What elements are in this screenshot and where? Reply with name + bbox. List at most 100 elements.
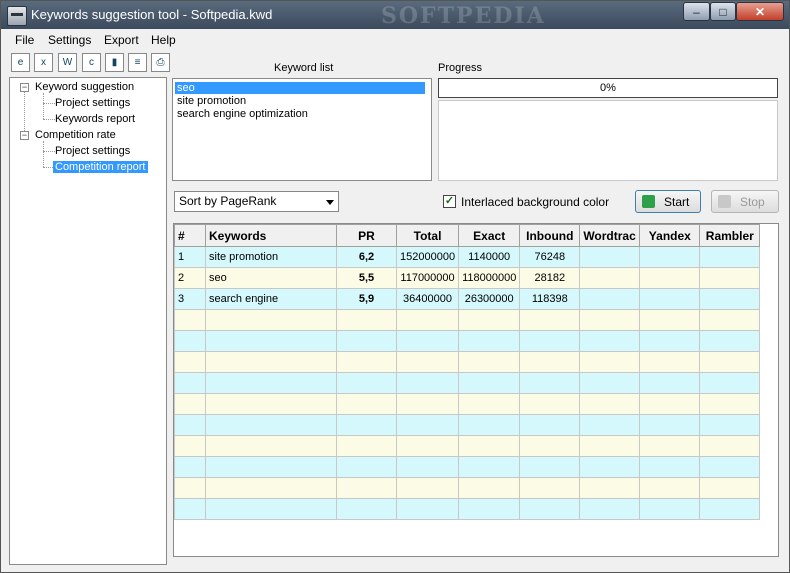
- tree-cr-project-settings[interactable]: Project settings: [55, 145, 130, 157]
- col-header-wordtrac[interactable]: Wordtrac: [579, 224, 641, 247]
- cell-yandex: [639, 477, 701, 499]
- stop-icon: [718, 195, 731, 208]
- cell-rambler: [699, 414, 761, 436]
- minimize-button[interactable]: –: [683, 2, 710, 21]
- header-row: # Keywords PR Total Exact Inbound Wordtr…: [174, 224, 761, 247]
- table-row[interactable]: [174, 435, 761, 457]
- cell-yandex: [639, 330, 701, 352]
- cell-pr: [336, 477, 397, 499]
- cell-pr: 6,2: [336, 246, 397, 268]
- stop-label: Stop: [740, 195, 765, 209]
- export-word-icon[interactable]: W: [58, 53, 77, 72]
- keyword-item[interactable]: search engine optimization: [175, 108, 310, 120]
- menu-help[interactable]: Help: [151, 33, 176, 47]
- cell-number: [174, 414, 206, 436]
- table-row[interactable]: [174, 498, 761, 520]
- sort-select[interactable]: Sort by PageRank: [174, 191, 339, 212]
- cell-wordtrac: [579, 288, 641, 310]
- export-excel-icon[interactable]: x: [34, 53, 53, 72]
- cell-rambler: [699, 309, 761, 331]
- cell-yandex: [639, 498, 701, 520]
- cell-keyword: [205, 372, 337, 394]
- col-header-inbound[interactable]: Inbound: [519, 224, 581, 247]
- table-row[interactable]: [174, 330, 761, 352]
- cell-yandex: [639, 246, 701, 268]
- table-row[interactable]: [174, 309, 761, 331]
- table-row[interactable]: [174, 477, 761, 499]
- report-icon[interactable]: ≡: [128, 53, 147, 72]
- interlaced-checkbox[interactable]: ✓: [443, 195, 456, 208]
- title-bar[interactable]: Keywords suggestion tool - Softpedia.kwd…: [1, 1, 789, 29]
- cell-pr: 5,9: [336, 288, 397, 310]
- cell-exact: [458, 351, 521, 373]
- cell-pr: 5,5: [336, 267, 397, 289]
- table-row[interactable]: [174, 372, 761, 394]
- cell-total: [395, 498, 460, 520]
- cell-wordtrac: [579, 351, 641, 373]
- cell-wordtrac: [579, 477, 641, 499]
- col-header-number[interactable]: #: [174, 224, 206, 247]
- cell-pr: [336, 393, 397, 415]
- results-grid[interactable]: # Keywords PR Total Exact Inbound Wordtr…: [173, 223, 779, 557]
- print-icon[interactable]: ⎙: [151, 53, 170, 72]
- close-button[interactable]: ✕: [736, 2, 784, 21]
- interlaced-label[interactable]: Interlaced background color: [461, 195, 609, 209]
- table-row[interactable]: 3 search engine 5,9 36400000 26300000 118398: [174, 288, 761, 310]
- tree-competition-rate[interactable]: Competition rate: [35, 129, 116, 141]
- cell-number: [174, 435, 206, 457]
- start-button[interactable]: Start: [635, 190, 701, 213]
- collapse-icon[interactable]: −: [20, 131, 29, 140]
- cell-inbound: [519, 330, 581, 352]
- col-header-keywords[interactable]: Keywords: [205, 224, 337, 247]
- navigation-tree: − Keyword suggestion Project settings Ke…: [9, 77, 167, 565]
- copy-icon[interactable]: ▮: [105, 53, 124, 72]
- export-csv-icon[interactable]: c: [82, 53, 101, 72]
- menu-settings[interactable]: Settings: [48, 33, 91, 47]
- col-header-yandex[interactable]: Yandex: [639, 224, 701, 247]
- tree-line: [43, 103, 55, 104]
- collapse-icon[interactable]: −: [20, 83, 29, 92]
- cell-total: [395, 309, 460, 331]
- tree-ks-project-settings[interactable]: Project settings: [55, 97, 130, 109]
- col-header-pr[interactable]: PR: [336, 224, 397, 247]
- menu-file[interactable]: File: [15, 33, 34, 47]
- col-header-rambler[interactable]: Rambler: [699, 224, 761, 247]
- app-icon[interactable]: [7, 6, 27, 26]
- cell-keyword: [205, 435, 337, 457]
- export-html-icon[interactable]: e: [11, 53, 30, 72]
- cell-number: 3: [174, 288, 206, 310]
- col-header-exact[interactable]: Exact: [458, 224, 521, 247]
- col-header-total[interactable]: Total: [395, 224, 460, 247]
- keyword-item[interactable]: site promotion: [175, 95, 248, 107]
- menu-export[interactable]: Export: [104, 33, 139, 47]
- cell-yandex: [639, 309, 701, 331]
- cell-keyword: [205, 498, 337, 520]
- tree-line: [43, 93, 44, 119]
- keyword-item[interactable]: seo: [175, 82, 425, 94]
- tree-keywords-report[interactable]: Keywords report: [55, 113, 135, 125]
- keyword-list[interactable]: seo site promotion search engine optimiz…: [172, 78, 432, 181]
- tree-competition-report[interactable]: Competition report: [53, 161, 148, 173]
- tree-keyword-suggestion[interactable]: Keyword suggestion: [35, 81, 134, 93]
- maximize-button[interactable]: □: [710, 2, 736, 21]
- chevron-down-icon: [326, 200, 334, 205]
- cell-total: [395, 372, 460, 394]
- cell-exact: 118000000: [458, 267, 521, 289]
- cell-exact: [458, 477, 521, 499]
- cell-inbound: [519, 498, 581, 520]
- table-row[interactable]: [174, 456, 761, 478]
- table-row[interactable]: [174, 414, 761, 436]
- table-row[interactable]: [174, 393, 761, 415]
- stop-button[interactable]: Stop: [711, 190, 779, 213]
- table-row[interactable]: 2 seo 5,5 117000000 118000000 28182: [174, 267, 761, 289]
- log-box: [438, 100, 778, 181]
- cell-rambler: [699, 456, 761, 478]
- cell-keyword: [205, 414, 337, 436]
- cell-wordtrac: [579, 498, 641, 520]
- cell-yandex: [639, 372, 701, 394]
- cell-rambler: [699, 267, 761, 289]
- toolbar: e x W c ▮ ≡ ⎙: [1, 51, 789, 75]
- table-row[interactable]: 1 site promotion 6,2 152000000 1140000 76248: [174, 246, 761, 268]
- table-row[interactable]: [174, 351, 761, 373]
- cell-wordtrac: [579, 372, 641, 394]
